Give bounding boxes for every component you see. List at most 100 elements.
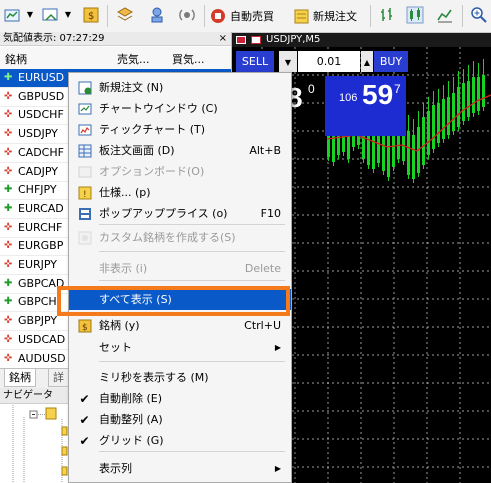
candlestick <box>482 59 485 111</box>
chevron-down-icon[interactable]: ▼ <box>24 5 36 25</box>
menu-item-shortcut: Delete <box>244 262 281 275</box>
context-menu: 新規注文 (N) チャートウインドウ (C) ティックチャート (T) 板注文画面 (… <box>68 72 292 483</box>
market-watch-title: 気配値表示: 07:27:29 × <box>0 32 231 46</box>
menu-item-label: ポップアッププライス (o) <box>99 207 228 220</box>
menu-item-label: 仕様... (p) <box>99 186 151 199</box>
data-window-icon[interactable] <box>114 5 136 25</box>
ask-price-box[interactable]: 106 59 7 <box>325 76 406 136</box>
menu-separator <box>99 280 285 281</box>
new-order-button[interactable]: 新規注文 <box>293 5 357 27</box>
svg-text:$: $ <box>82 323 88 333</box>
chart-title-bar: USDJPY,M5 <box>232 33 491 47</box>
toolbar-separator <box>107 5 108 27</box>
option-board-icon <box>77 164 92 179</box>
auto-trade-button[interactable]: 自動売買 <box>210 5 274 27</box>
menu-item[interactable]: ミリ秒を表示する (M) <box>69 367 291 388</box>
bar-chart-icon[interactable] <box>376 5 398 25</box>
candlestick <box>477 63 480 115</box>
price-down-icon: ✜ <box>4 128 13 140</box>
market-watch-icon[interactable]: $ <box>80 5 102 25</box>
candlestick <box>462 69 465 125</box>
price-down-icon: ✜ <box>4 165 13 177</box>
toolbar-separator <box>370 5 371 27</box>
menu-item-label: 新規注文 (N) <box>99 81 164 94</box>
menu-item[interactable]: 表示列 ▶ <box>69 458 291 479</box>
symbol-name: EURUSD <box>18 71 65 84</box>
candlestick <box>412 119 415 183</box>
price-up-icon: ✚ <box>4 277 13 289</box>
menu-item[interactable]: $ 銘柄 (y) Ctrl+U <box>69 315 291 336</box>
symbol-name: EURCHF <box>18 220 63 234</box>
symbol-name: CADCHF <box>18 145 64 159</box>
symbol-name: CADJPY <box>18 164 59 178</box>
lot-increase-button[interactable]: ▲ <box>361 51 373 72</box>
close-icon[interactable]: × <box>219 32 227 46</box>
price-down-icon: ✜ <box>4 240 13 252</box>
menu-item[interactable]: 非表示 (i) Delete <box>69 258 291 279</box>
tab-details[interactable]: 詳 <box>48 369 69 387</box>
menu-separator <box>99 251 285 252</box>
symbol-name: GBPJPY <box>18 314 58 328</box>
navigator-icon[interactable] <box>146 5 168 25</box>
symbol-name: CHFJPY <box>18 183 57 197</box>
menu-item[interactable]: セット ▶ <box>69 337 291 358</box>
tab-symbols[interactable]: 銘柄 <box>4 369 36 387</box>
lot-decrease-button[interactable]: ▼ <box>279 51 297 72</box>
tick-chart-icon <box>77 122 92 137</box>
line-chart-icon[interactable] <box>434 5 456 25</box>
column-header-bid[interactable]: 売気... <box>117 51 150 67</box>
price-down-icon: ✜ <box>4 221 13 233</box>
new-order-icon <box>77 80 92 95</box>
price-down-icon: ✜ <box>4 146 13 158</box>
candlestick <box>417 111 420 177</box>
menu-item-shortcut: Ctrl+U <box>244 319 281 332</box>
candlestick <box>472 61 475 117</box>
toolbar-separator <box>462 5 463 27</box>
price-down-icon: ✜ <box>4 90 13 102</box>
buy-button[interactable]: BUY <box>374 51 408 72</box>
chevron-down-icon[interactable]: ▼ <box>62 5 74 25</box>
svg-text:$: $ <box>88 11 94 22</box>
flag-icon <box>251 36 261 44</box>
menu-item[interactable]: ✔ グリッド (G) <box>69 430 291 451</box>
popup-prices-icon <box>77 206 92 221</box>
candlestick <box>442 85 445 143</box>
zoom-in-icon[interactable] <box>468 5 490 25</box>
symbol-name: EURJPY <box>18 258 57 271</box>
new-chart-icon[interactable] <box>2 5 24 25</box>
menu-item[interactable]: ポップアッププライス (o) F10 <box>69 203 291 224</box>
signal-icon[interactable] <box>176 5 198 25</box>
menu-item[interactable]: ✔ 自動削除 (E) <box>69 388 291 409</box>
ask-price-prefix: 106 <box>339 92 358 104</box>
auto-trade-icon <box>211 8 225 23</box>
sell-button[interactable]: SELL <box>236 51 274 72</box>
menu-item[interactable]: オプションボード(O) <box>69 161 291 182</box>
price-up-icon: ✚ <box>4 296 13 308</box>
menu-item[interactable]: ティックチャート (T) <box>69 119 291 140</box>
menu-item[interactable]: 板注文画面 (D) Alt+B <box>69 140 291 161</box>
lot-size-input[interactable]: 0.01 <box>298 51 360 72</box>
menu-item[interactable]: ✔ 自動整列 (A) <box>69 409 291 430</box>
chevron-up-icon: ▲ <box>363 58 371 67</box>
highlight-frame <box>57 286 290 316</box>
menu-item[interactable]: ! 仕様... (p) <box>69 182 291 203</box>
menu-item-label: チャートウインドウ (C) <box>99 102 218 115</box>
column-header-ask[interactable]: 買気... <box>172 51 205 67</box>
menu-item[interactable]: チャートウインドウ (C) <box>69 98 291 119</box>
candlestick-chart-icon[interactable] <box>404 5 426 25</box>
specification-icon: ! <box>77 185 92 200</box>
symbols-icon: $ <box>77 318 92 333</box>
candlestick <box>457 71 460 131</box>
price-down-icon: ✜ <box>4 259 13 270</box>
check-icon: ✔ <box>79 391 90 406</box>
menu-item[interactable]: 新規注文 (N) <box>69 77 291 98</box>
menu-item-label: 自動削除 (E) <box>99 392 163 405</box>
menu-item[interactable]: カスタム銘柄を作成する(S) <box>69 227 291 248</box>
column-header-symbol[interactable]: 銘柄 <box>5 51 27 67</box>
ask-price-superscript: 7 <box>394 82 401 96</box>
flag-icon <box>236 36 246 44</box>
svg-text:!: ! <box>83 190 87 200</box>
auto-trade-label: 自動売買 <box>230 10 274 23</box>
menu-item-label: 非表示 (i) <box>99 262 148 275</box>
profiles-icon[interactable] <box>40 5 62 25</box>
